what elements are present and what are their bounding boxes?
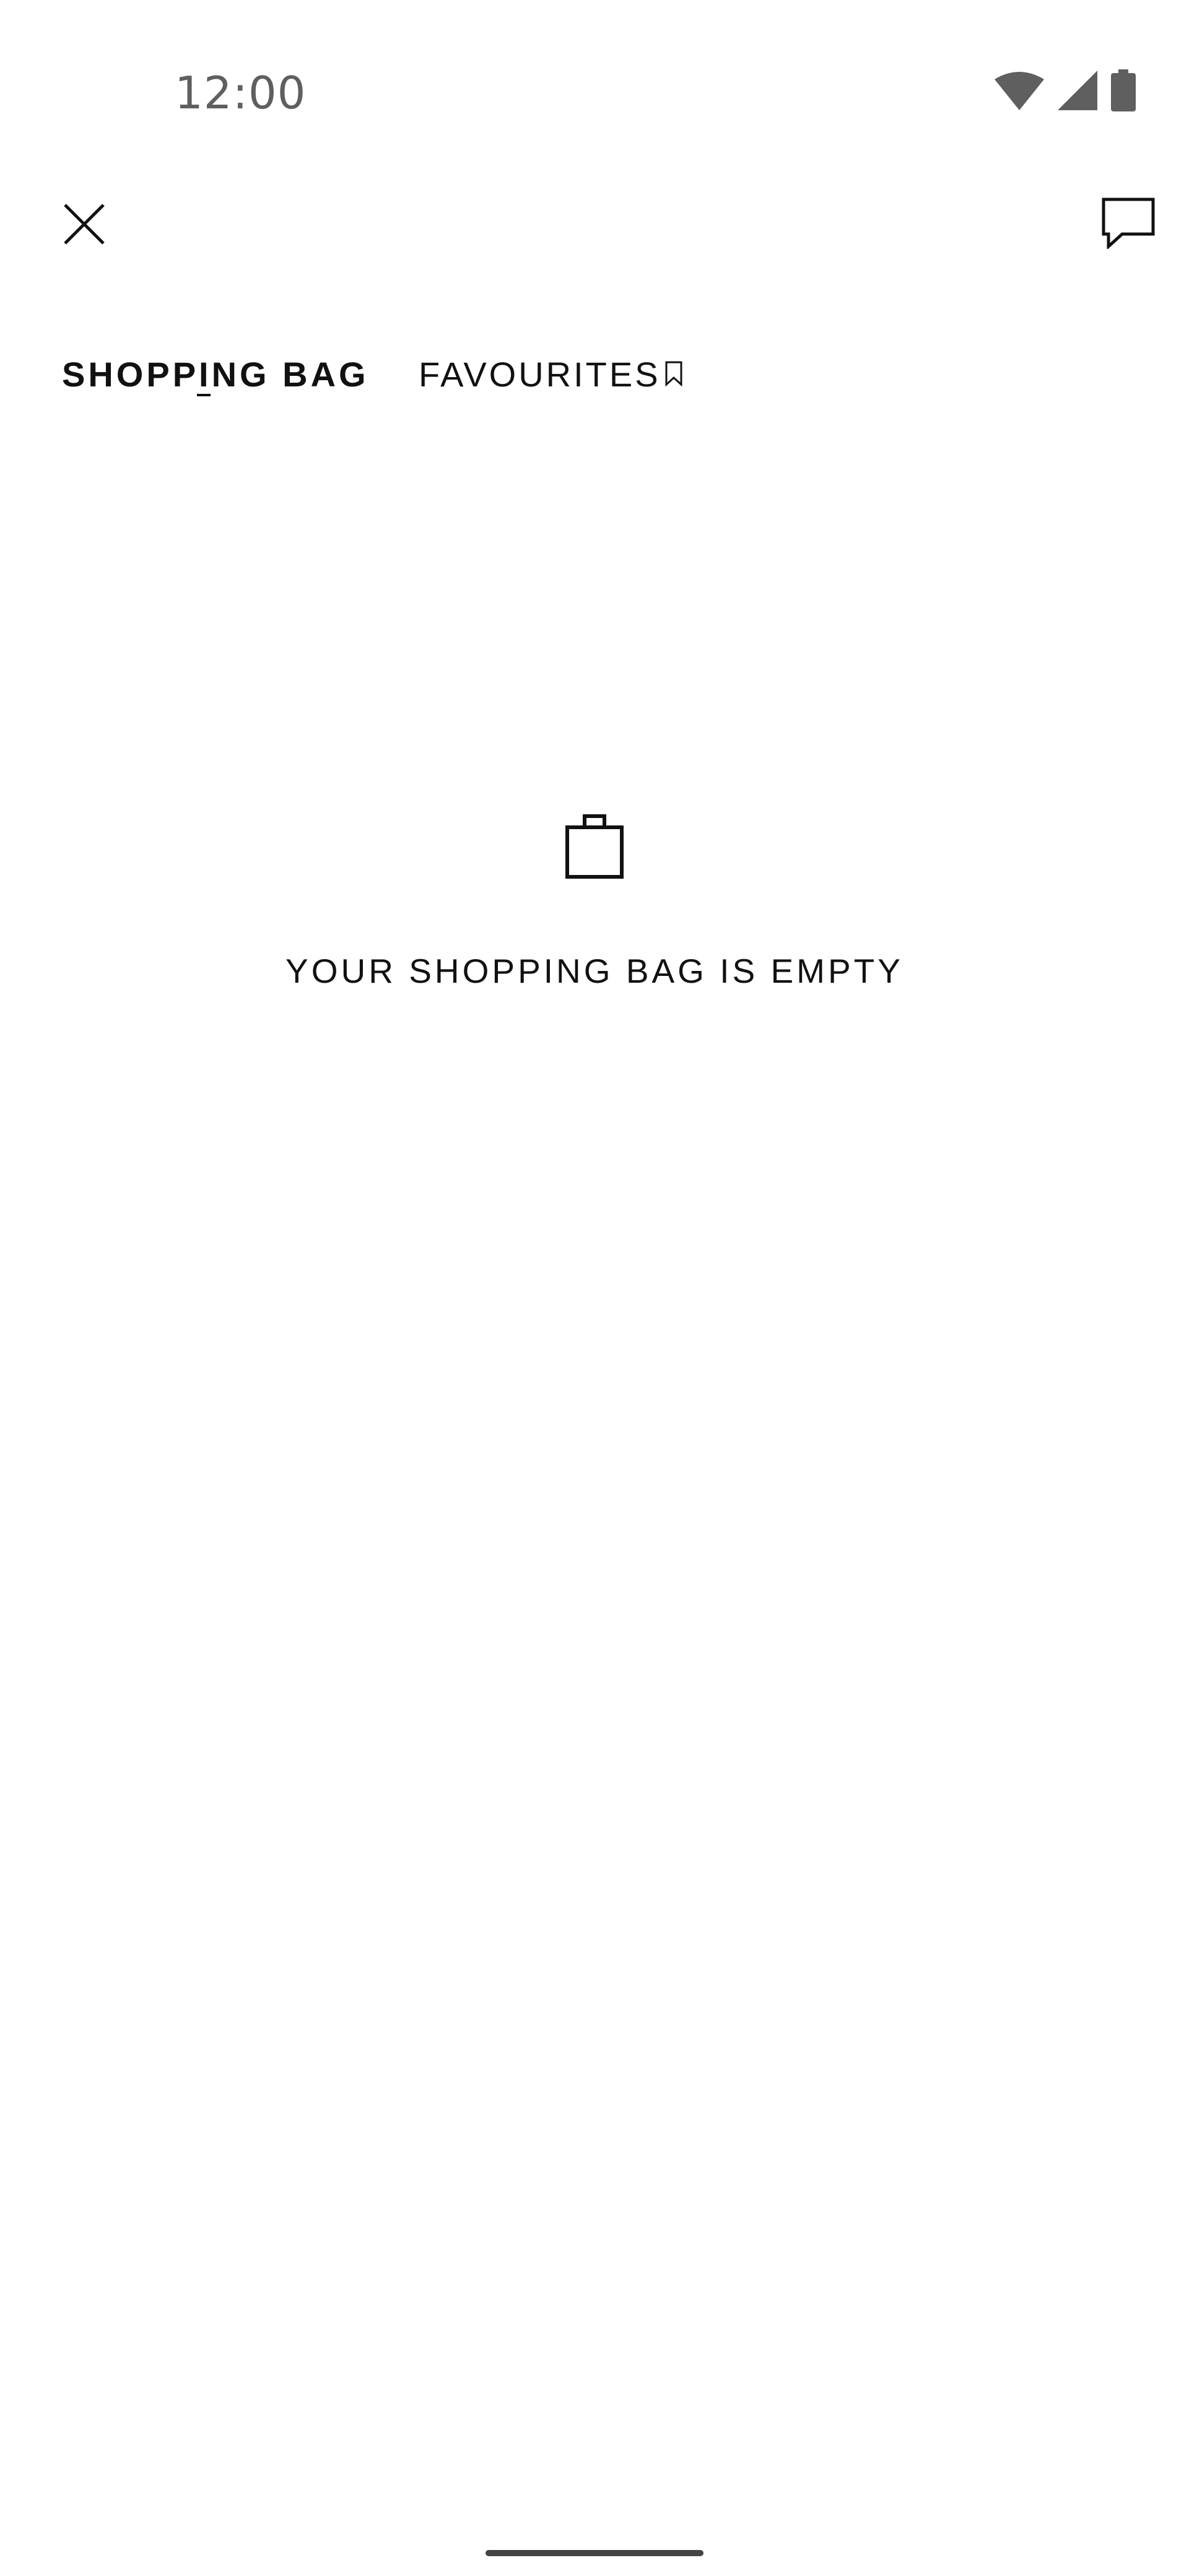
status-bar: 12:00 xyxy=(0,0,1189,124)
gesture-navigation-bar[interactable] xyxy=(486,2550,703,2556)
tab-shopping-bag-label: SHOPPING BAG xyxy=(62,355,369,394)
wifi-icon xyxy=(995,71,1044,110)
tab-shopping-bag[interactable]: SHOPPING BAG xyxy=(62,347,369,402)
chat-bubble-icon xyxy=(1101,197,1156,252)
cellular-signal-icon xyxy=(1058,71,1097,110)
tab-bar: SHOPPING BAG FAVOURITES xyxy=(0,347,1189,415)
shopping-bag-icon xyxy=(0,811,1189,879)
status-time: 12:00 xyxy=(175,67,307,119)
bookmark-icon xyxy=(664,347,683,402)
tab-favourites[interactable]: FAVOURITES xyxy=(419,347,683,402)
tab-favourites-label: FAVOURITES xyxy=(419,355,661,394)
status-icons xyxy=(995,69,1136,111)
close-button[interactable] xyxy=(59,201,109,250)
active-tab-indicator xyxy=(197,394,211,396)
battery-icon xyxy=(1111,69,1136,111)
chat-button[interactable] xyxy=(1097,193,1159,255)
top-toolbar xyxy=(0,186,1189,260)
empty-state: YOUR SHOPPING BAG IS EMPTY xyxy=(0,811,1189,996)
screen: 12:00 SHOPPING BAG FAVOURITES YOUR SHOPP… xyxy=(0,0,1189,2576)
empty-bag-message: YOUR SHOPPING BAG IS EMPTY xyxy=(285,952,904,990)
close-icon xyxy=(63,202,106,249)
